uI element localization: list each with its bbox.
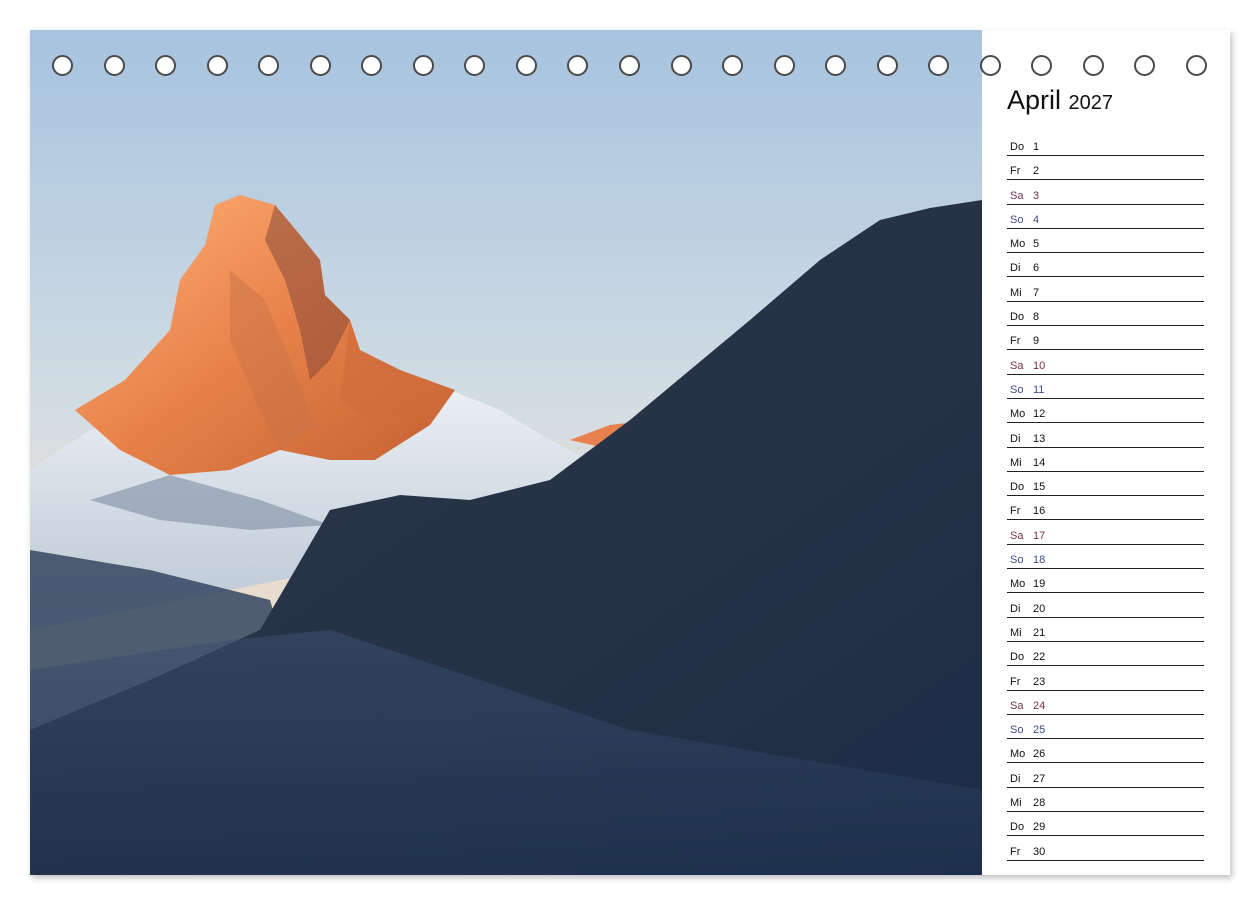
day-row: Di 27 — [1007, 765, 1204, 788]
day-row: So 11 — [1007, 376, 1204, 399]
day-weekday: So — [1010, 554, 1024, 567]
day-number: 29 — [1033, 821, 1046, 834]
day-row: Mi 21 — [1007, 619, 1204, 642]
day-weekday: Mi — [1010, 286, 1022, 299]
day-number: 10 — [1033, 359, 1046, 372]
day-number: 23 — [1033, 675, 1046, 688]
calendar-page: April 2027 Do 1 Fr 2 Sa 3 So 4 Mo 5 Di 6 Mi 7 Do 8 Fr 9 Sa… — [30, 30, 1230, 875]
day-row: Di 13 — [1007, 425, 1204, 448]
day-number: 5 — [1033, 238, 1040, 251]
day-row: Fr 23 — [1007, 668, 1204, 691]
day-row: Fr 2 — [1007, 157, 1204, 181]
day-row: Mi 14 — [1007, 449, 1204, 472]
day-row: Do 22 — [1007, 643, 1204, 667]
day-weekday: So — [1010, 383, 1024, 396]
day-row: Fr 9 — [1007, 327, 1204, 351]
day-number: 4 — [1033, 213, 1040, 226]
day-number: 7 — [1033, 286, 1040, 299]
day-row: Di 6 — [1007, 254, 1204, 278]
day-number: 24 — [1033, 699, 1046, 712]
day-row: Fr 16 — [1007, 497, 1204, 521]
day-number: 20 — [1033, 602, 1046, 615]
day-row: Do 1 — [1007, 133, 1204, 156]
day-weekday: Do — [1010, 651, 1025, 664]
day-weekday: Mo — [1010, 748, 1026, 761]
day-weekday: So — [1010, 213, 1024, 226]
day-row: Do 8 — [1007, 303, 1204, 327]
day-row: Do 29 — [1007, 813, 1204, 837]
day-row: Mo 5 — [1007, 230, 1204, 254]
day-weekday: Mo — [1010, 238, 1026, 251]
day-weekday: Fr — [1010, 165, 1021, 178]
day-number: 26 — [1033, 748, 1046, 761]
day-row: Sa 17 — [1007, 522, 1204, 545]
mountain-photo — [30, 30, 982, 875]
day-number: 6 — [1033, 262, 1040, 275]
day-row: Sa 24 — [1007, 692, 1204, 715]
day-row: Mi 7 — [1007, 279, 1204, 302]
day-weekday: Fr — [1010, 505, 1021, 518]
day-row: Sa 10 — [1007, 352, 1204, 375]
mountain-illustration — [30, 30, 982, 875]
day-weekday: Mo — [1010, 408, 1026, 421]
day-number: 1 — [1033, 141, 1040, 153]
day-number: 27 — [1033, 772, 1046, 785]
day-number: 25 — [1033, 724, 1046, 737]
day-number: 21 — [1033, 626, 1046, 639]
day-weekday: Sa — [1010, 529, 1024, 542]
calendar-side-panel: April 2027 Do 1 Fr 2 Sa 3 So 4 Mo 5 Di 6 Mi 7 Do 8 Fr 9 Sa… — [982, 30, 1230, 875]
day-number: 22 — [1033, 651, 1046, 664]
day-row: So 18 — [1007, 546, 1204, 570]
day-number: 18 — [1033, 554, 1046, 567]
month-year: 2027 — [1068, 92, 1114, 114]
day-row: So 25 — [1007, 716, 1204, 740]
month-title: April 2027 — [1007, 85, 1113, 116]
day-weekday: Di — [1010, 772, 1021, 785]
day-row: Do 15 — [1007, 473, 1204, 497]
day-weekday: Fr — [1010, 675, 1021, 688]
day-number: 19 — [1033, 578, 1046, 591]
day-weekday: Sa — [1010, 359, 1024, 372]
day-number: 15 — [1033, 481, 1046, 494]
day-weekday: Do — [1010, 821, 1025, 834]
day-row: Sa 3 — [1007, 182, 1204, 205]
day-number: 9 — [1033, 335, 1040, 348]
day-number: 11 — [1033, 383, 1045, 396]
day-number: 2 — [1033, 165, 1040, 178]
day-row: Mo 19 — [1007, 570, 1204, 594]
day-number: 14 — [1033, 456, 1046, 469]
month-name: April — [1007, 85, 1062, 115]
day-number: 3 — [1033, 189, 1040, 202]
day-weekday: Fr — [1010, 335, 1021, 348]
day-number: 8 — [1033, 311, 1040, 324]
day-weekday: Sa — [1010, 189, 1024, 202]
day-row: Di 20 — [1007, 595, 1204, 618]
day-number: 30 — [1033, 845, 1046, 858]
day-row: Fr 30 — [1007, 838, 1204, 861]
day-row: Mo 12 — [1007, 400, 1204, 424]
day-weekday: Do — [1010, 311, 1025, 324]
day-weekday: So — [1010, 724, 1024, 737]
day-row: So 4 — [1007, 206, 1204, 229]
day-row: Mo 26 — [1007, 740, 1204, 764]
day-weekday: Di — [1010, 262, 1021, 275]
day-list: Do 1 Fr 2 Sa 3 So 4 Mo 5 Di 6 Mi 7 Do 8 Fr 9 Sa 10 So 11 Mo 12 D… — [1007, 133, 1204, 862]
day-number: 17 — [1033, 529, 1046, 542]
day-weekday: Mi — [1010, 797, 1022, 810]
day-weekday: Mo — [1010, 578, 1026, 591]
day-number: 13 — [1033, 432, 1046, 445]
day-weekday: Do — [1010, 141, 1025, 153]
day-number: 16 — [1033, 505, 1046, 518]
day-weekday: Mi — [1010, 626, 1022, 639]
day-number: 12 — [1033, 408, 1046, 421]
day-weekday: Di — [1010, 432, 1021, 445]
day-weekday: Sa — [1010, 699, 1024, 712]
day-weekday: Mi — [1010, 456, 1022, 469]
day-weekday: Do — [1010, 481, 1025, 494]
day-number: 28 — [1033, 797, 1046, 810]
day-weekday: Di — [1010, 602, 1021, 615]
day-weekday: Fr — [1010, 845, 1021, 858]
day-row: Mi 28 — [1007, 789, 1204, 813]
